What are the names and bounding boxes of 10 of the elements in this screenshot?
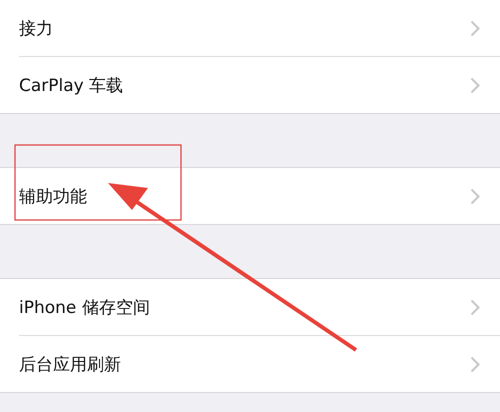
settings-item[interactable]: 接力 [19, 16, 53, 40]
chevron-icon [470, 356, 480, 372]
settings-item[interactable]: 辅助功能 [19, 184, 87, 208]
chevron-icon [470, 76, 480, 94]
chevron-icon [470, 298, 480, 316]
settings-item[interactable]: iPhone 储存空间 [19, 296, 150, 318]
settings-item[interactable]: CarPlay 车载 [19, 74, 124, 96]
chevron-icon [470, 20, 480, 36]
settings-item[interactable]: 后台应用刷新 [19, 352, 121, 376]
chevron-icon [470, 188, 480, 204]
